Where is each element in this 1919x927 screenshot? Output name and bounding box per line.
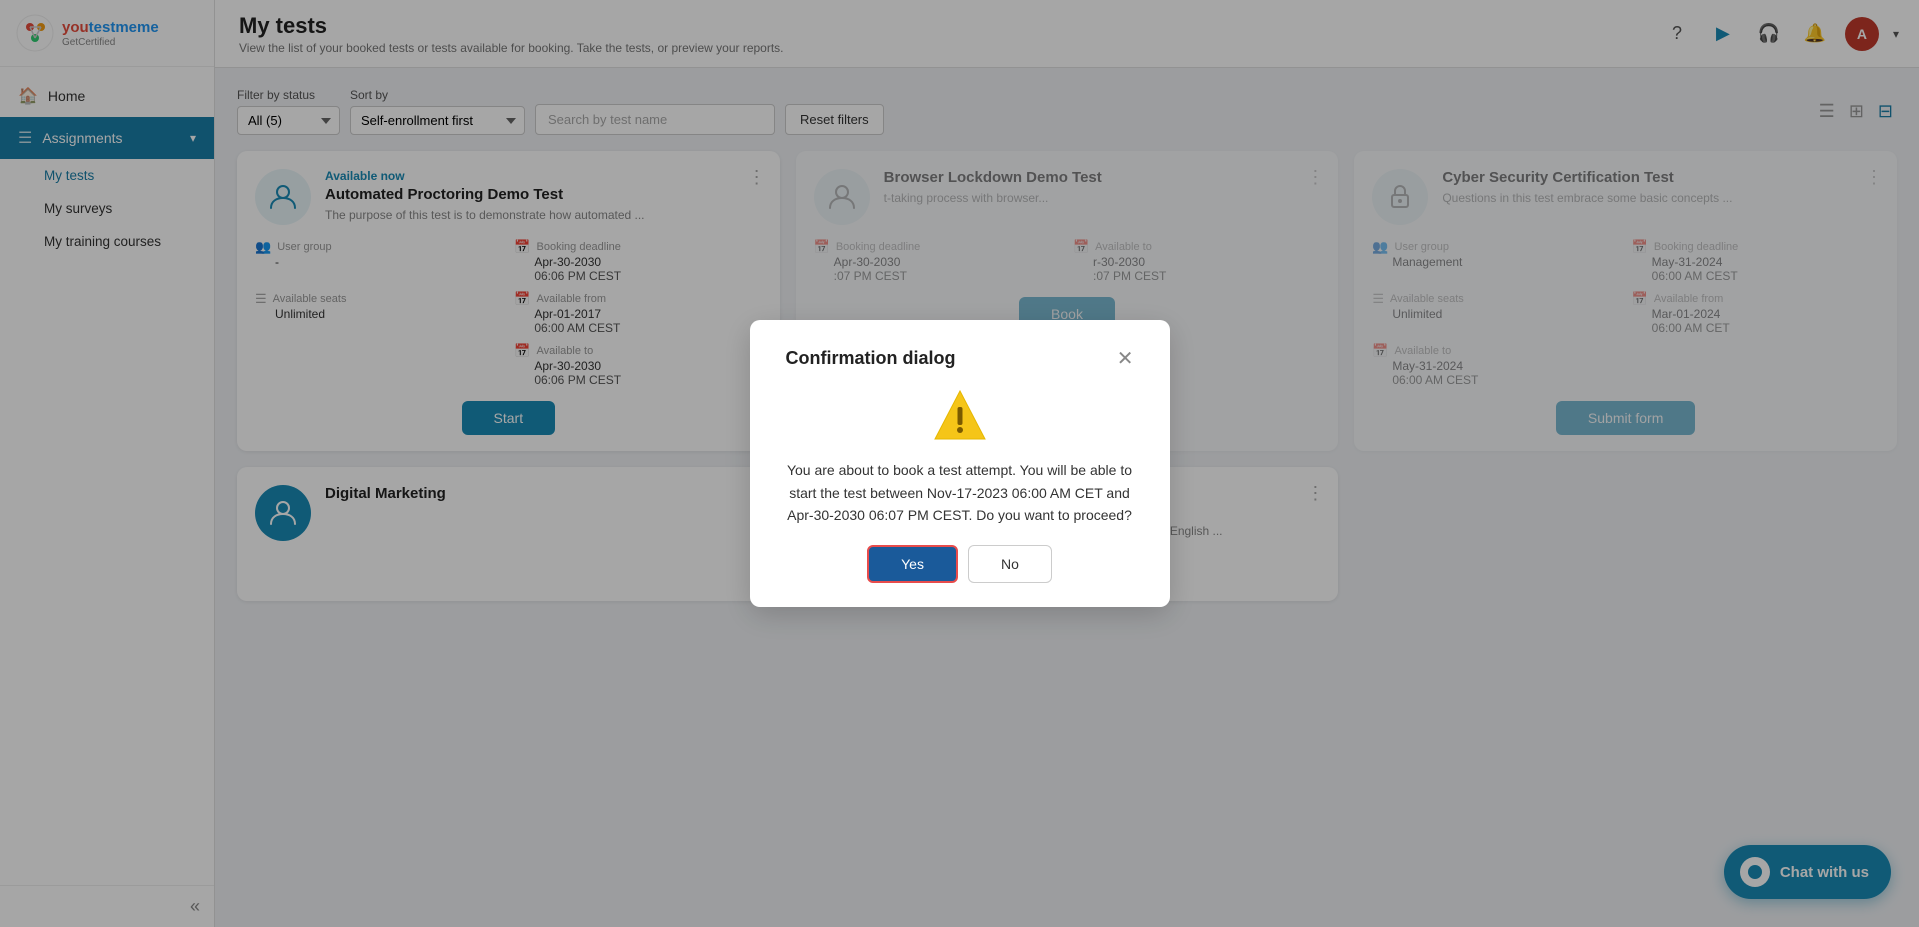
dialog-yes-button[interactable]: Yes — [867, 545, 958, 583]
dialog-actions: Yes No — [786, 545, 1134, 583]
warning-icon — [931, 387, 989, 445]
dialog-message: You are about to book a test attempt. Yo… — [786, 459, 1134, 526]
dialog-header: Confirmation dialog ✕ — [786, 348, 1134, 369]
dialog-close-button[interactable]: ✕ — [1117, 349, 1134, 369]
dialog-title: Confirmation dialog — [786, 348, 956, 369]
dialog-body: You are about to book a test attempt. Yo… — [786, 387, 1134, 526]
dialog-overlay: Confirmation dialog ✕ You are about to b… — [0, 0, 1919, 927]
dialog-no-button[interactable]: No — [968, 545, 1052, 583]
confirmation-dialog: Confirmation dialog ✕ You are about to b… — [750, 320, 1170, 606]
